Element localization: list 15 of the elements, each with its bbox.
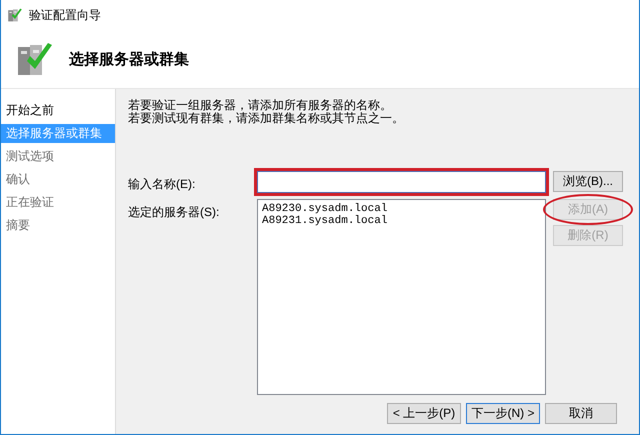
instruction-text: 若要测试现有群集，请添加群集名称或其节点之一。 — [128, 112, 405, 125]
page-title: 选择服务器或群集 — [69, 50, 189, 68]
field-label: 输入名称(E): — [128, 176, 196, 193]
instruction-text: 若要验证一组服务器，请添加所有服务器的名称。 — [128, 99, 393, 112]
cancel-button[interactable]: 取消 — [545, 403, 617, 424]
back-button[interactable]: < 上一步(P) — [387, 403, 461, 424]
server-list[interactable]: A89230.sysadm.local A89231.sysadm.local — [257, 199, 546, 395]
list-label: 选定的服务器(S): — [128, 204, 220, 221]
server-list-item[interactable]: A89230.sysadm.local — [262, 203, 541, 215]
wizard-step[interactable]: 开始之前 — [1, 101, 115, 120]
window-title: 验证配置向导 — [29, 6, 101, 24]
server-list-item[interactable]: A89231.sysadm.local — [262, 215, 541, 227]
server-check-icon — [7, 7, 23, 23]
browse-button[interactable]: 浏览(B)... — [553, 171, 623, 192]
next-button[interactable]: 下一步(N) > — [466, 403, 540, 424]
